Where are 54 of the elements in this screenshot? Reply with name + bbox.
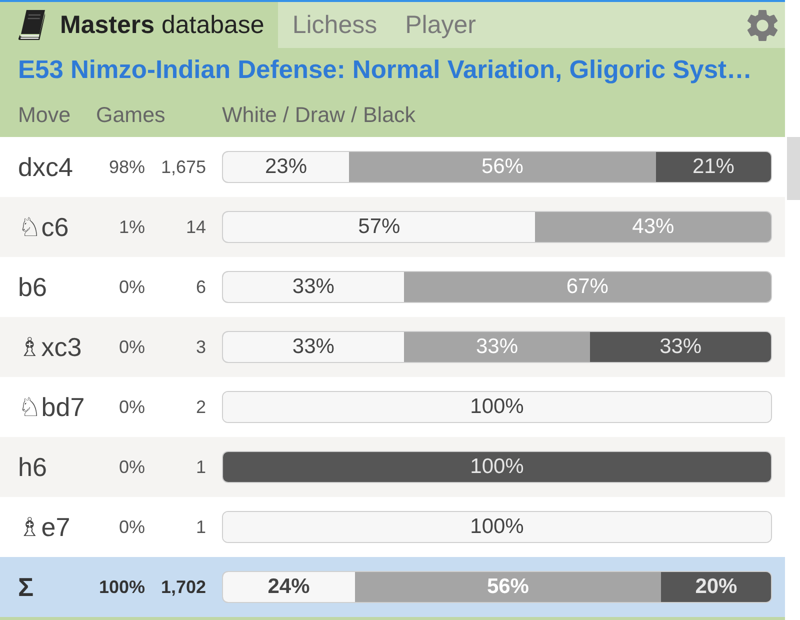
win-segment: 24% [223, 572, 355, 602]
game-share: 1% [118, 216, 145, 238]
explorer-tab[interactable]: Masters database [0, 2, 278, 48]
book-icon [18, 10, 45, 40]
game-share: 0% [118, 456, 145, 478]
win-segment: 57% [223, 212, 536, 242]
win-segment: 23% [223, 152, 350, 182]
column-header: White / Draw / Black [222, 103, 416, 128]
move-notation: h6 [18, 452, 47, 482]
game-share: 0% [118, 516, 145, 538]
win-segment: 33% [223, 332, 404, 362]
game-count: 1 [196, 456, 206, 478]
move-notation: Σ [18, 572, 34, 602]
game-share: 100% [98, 576, 145, 598]
loss-segment: 33% [590, 332, 771, 362]
move-row[interactable]: h6 0% 1 100% [0, 437, 785, 497]
game-count: 6 [196, 276, 206, 298]
win-segment: 100% [223, 512, 771, 542]
loss-segment: 20% [661, 572, 771, 602]
draw-percentage: 56% [486, 575, 529, 599]
move-notation: ♗xc3 [18, 332, 82, 362]
game-share: 0% [118, 336, 145, 358]
game-count: 1,702 [160, 576, 206, 598]
loss-segment: 100% [223, 452, 771, 482]
move-notation: ♘c6 [18, 212, 69, 242]
game-count: 14 [186, 216, 206, 238]
draw-percentage: 33% [476, 335, 518, 359]
game-count: 1 [196, 516, 206, 538]
scrollbar-thumb[interactable] [787, 137, 800, 200]
move-notation: ♘bd7 [18, 392, 85, 422]
column-header: Games [96, 103, 166, 128]
game-share: 98% [108, 156, 145, 178]
move-row[interactable]: dxc4 98% 1,675 23% 56% 21% [0, 137, 785, 197]
move-notation: dxc4 [18, 152, 73, 182]
move-notation: b6 [18, 272, 47, 302]
draw-percentage: 43% [632, 215, 674, 239]
move-row[interactable]: ♗xc3 0% 3 33% 33% 33% [0, 317, 785, 377]
game-count: 2 [196, 396, 206, 418]
win-segment: 33% [223, 272, 404, 302]
column-header: Move [18, 103, 71, 128]
loss-segment: 21% [656, 152, 771, 182]
game-count: 3 [196, 336, 206, 358]
game-share: 0% [118, 276, 145, 298]
move-row[interactable]: ♘c6 1% 14 57% 43% [0, 197, 785, 257]
draw-percentage: 56% [481, 155, 524, 179]
draw-percentage: 67% [566, 275, 608, 299]
game-share: 0% [118, 396, 145, 418]
settings-icon[interactable] [747, 10, 778, 40]
win-segment: 100% [223, 392, 771, 422]
move-row[interactable]: ♘bd7 0% 2 100% [0, 377, 785, 437]
move-notation: ♗e7 [18, 512, 70, 542]
move-row[interactable]: ♗e7 0% 1 100% [0, 497, 785, 557]
move-row[interactable]: b6 0% 6 33% 67% [0, 257, 785, 317]
game-count: 1,675 [160, 156, 206, 178]
